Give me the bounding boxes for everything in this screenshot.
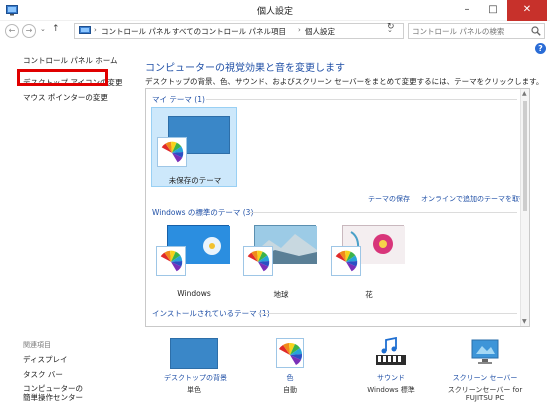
page-description: デスクトップの背景、色、サウンド、およびスクリーン セーバーをまとめて変更するに… <box>145 77 544 86</box>
desktop-background-value: 単色 <box>187 386 201 394</box>
related-ease-of-access-link-line2[interactable]: 簡単操作センター <box>23 392 83 403</box>
sound-music-icon <box>376 337 406 365</box>
sound-value: Windows 標準 <box>367 386 415 394</box>
theme-label: 未保存のテーマ <box>168 176 222 185</box>
color-palette-icon <box>156 246 186 276</box>
screensaver-monitor-icon <box>471 339 499 364</box>
theme-list[interactable]: マイ テーマ (1) 未保存のテーマ テーマの保存 オンラインで追加のテーマを取… <box>145 88 530 327</box>
minimize-button[interactable]: – <box>455 0 479 21</box>
breadcrumb-separator: › <box>298 26 301 34</box>
breadcrumb-all-items[interactable]: すべてのコントロール パネル項目 <box>172 26 286 37</box>
forward-button[interactable]: → <box>22 24 36 38</box>
theme-windows[interactable]: Windows <box>151 217 237 298</box>
sidebar-control-panel-home[interactable]: コントロール パネル ホーム <box>23 55 118 66</box>
theme-list-scrollbar[interactable]: ▲ ▼ <box>520 89 529 326</box>
group-divider <box>249 212 517 213</box>
get-more-themes-link[interactable]: オンラインで追加のテーマを取得 <box>421 194 526 204</box>
sidebar-change-mouse-pointer[interactable]: マウス ポインターの変更 <box>23 92 108 103</box>
address-bar[interactable]: › コントロール パネル › すべてのコントロール パネル項目 › 個人設定 ⌄ <box>74 23 404 39</box>
color-value: 自動 <box>283 386 297 394</box>
breadcrumb-separator: › <box>165 26 168 34</box>
control-panel-icon <box>79 26 91 34</box>
sidebar: コントロール パネル ホーム デスクトップ アイコンの変更 マウス ポインターの… <box>0 41 138 419</box>
desktop-background-label[interactable]: デスクトップの背景 <box>164 373 227 383</box>
back-button[interactable]: ← <box>5 24 19 38</box>
maximize-button[interactable]: □ <box>481 0 505 21</box>
color-palette-icon <box>331 246 361 276</box>
related-display-link[interactable]: ディスプレイ <box>23 354 67 365</box>
theme-label: 地球 <box>273 290 289 299</box>
breadcrumb-control-panel[interactable]: コントロール パネル <box>101 26 171 37</box>
related-heading: 関連項目 <box>23 341 51 349</box>
highlight-box <box>17 69 108 86</box>
close-button[interactable]: ✕ <box>507 0 547 21</box>
theme-label: 花 <box>365 290 373 299</box>
group-divider <box>258 313 517 314</box>
search-icon[interactable] <box>531 26 541 36</box>
scroll-thumb[interactable] <box>523 101 527 211</box>
save-theme-link[interactable]: テーマの保存 <box>368 194 410 204</box>
color-palette-icon <box>243 246 273 276</box>
color-palette-icon <box>157 137 187 167</box>
related-taskbar-link[interactable]: タスク バー <box>23 369 63 380</box>
color-palette-icon <box>276 338 304 368</box>
screensaver-value-line2: FUJITSU PC <box>465 394 505 402</box>
desktop-background-icon <box>170 338 218 369</box>
theme-flower[interactable]: 花 <box>326 217 412 299</box>
page-title: コンピューターの視覚効果と音を変更します <box>145 63 345 74</box>
group-installed-themes: インストールされているテーマ (1) <box>152 309 270 318</box>
up-button[interactable]: ↑ <box>52 24 60 34</box>
sound-label[interactable]: サウンド <box>361 373 421 383</box>
breadcrumb-personalization[interactable]: 個人設定 <box>305 26 335 37</box>
screensaver-label[interactable]: スクリーン セーバー <box>449 373 521 383</box>
search-input[interactable] <box>412 25 527 37</box>
color-label[interactable]: 色 <box>270 373 310 383</box>
navigation-bar: ← → ⌄ ↑ › コントロール パネル › すべてのコントロール パネル項目 … <box>0 21 550 41</box>
breadcrumb-separator: › <box>94 26 97 34</box>
search-box[interactable] <box>408 23 545 39</box>
group-my-themes: マイ テーマ (1) <box>152 95 205 104</box>
refresh-button[interactable]: ↻ <box>387 22 395 32</box>
scroll-down-icon[interactable]: ▼ <box>522 318 527 325</box>
group-divider <box>206 99 517 100</box>
theme-earth[interactable]: 地球 <box>238 217 324 299</box>
theme-label: Windows <box>177 289 211 298</box>
theme-unsaved[interactable]: 未保存のテーマ <box>151 107 237 187</box>
help-icon[interactable]: ? <box>535 43 546 54</box>
recent-locations-dropdown[interactable]: ⌄ <box>40 25 46 33</box>
title-bar: 個人設定 – □ ✕ <box>0 0 550 21</box>
scroll-up-icon[interactable]: ▲ <box>522 90 527 97</box>
